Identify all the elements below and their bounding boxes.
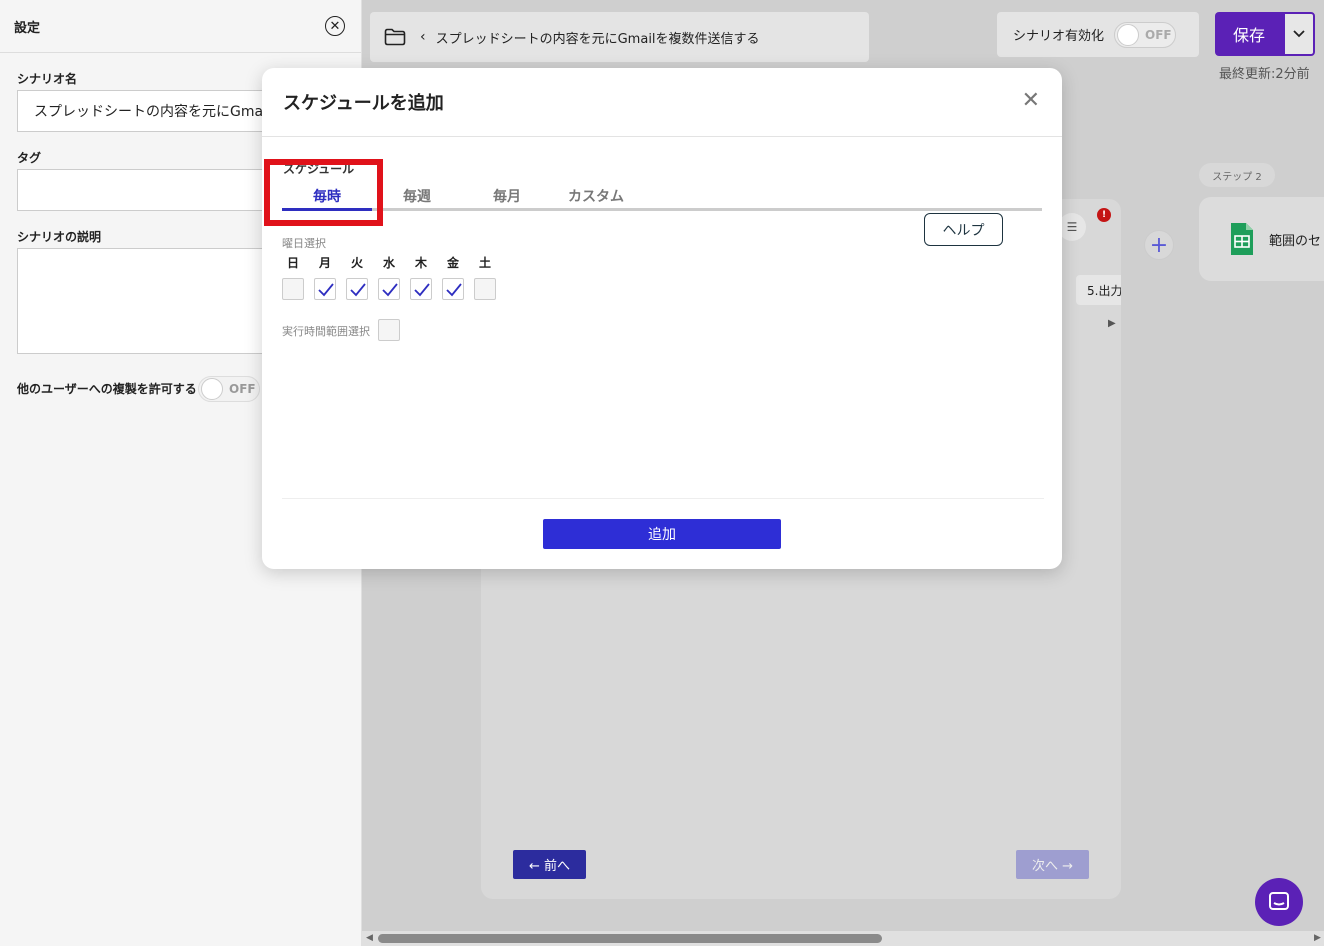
- settings-title: 設定: [14, 20, 41, 36]
- tab-monthly[interactable]: 毎月: [493, 186, 521, 206]
- checkmark-icon: [414, 283, 430, 297]
- scroll-right-arrow-icon[interactable]: ▶: [1314, 933, 1321, 943]
- scenario-name-label: シナリオ名: [17, 72, 78, 86]
- breadcrumb[interactable]: ‹ スプレッドシートの内容を元にGmailを複数件送信する: [370, 12, 869, 62]
- scroll-left-arrow-icon[interactable]: ◀: [366, 933, 373, 943]
- close-circle-icon[interactable]: ✕: [325, 16, 345, 36]
- day-label-fri: 金: [446, 256, 459, 270]
- day-label-thu: 木: [414, 256, 427, 270]
- toggle-state-text: OFF: [1145, 27, 1172, 42]
- day-checkbox-mon[interactable]: [314, 278, 336, 300]
- scenario-enable-control: シナリオ有効化 OFF: [997, 12, 1199, 57]
- save-button[interactable]: 保存: [1215, 12, 1283, 56]
- add-schedule-button[interactable]: 追加: [543, 519, 781, 549]
- day-checkbox-wed[interactable]: [378, 278, 400, 300]
- chat-support-button[interactable]: [1255, 878, 1303, 926]
- time-range-checkbox[interactable]: [378, 319, 400, 341]
- help-button[interactable]: ヘルプ: [924, 213, 1003, 246]
- save-dropdown-button[interactable]: [1283, 12, 1315, 56]
- schedule-tabs: 毎時 毎週 毎月 カスタム: [282, 180, 1042, 211]
- chevron-down-icon: [1293, 30, 1305, 38]
- description-label: シナリオの説明: [17, 230, 102, 244]
- step-card-title: 範囲のセ: [1269, 233, 1322, 249]
- last-updated-text: 最終更新:2分前: [1219, 67, 1310, 82]
- toggle-knob: [1117, 23, 1140, 46]
- day-checkbox-sat[interactable]: [474, 278, 496, 300]
- output-tab[interactable]: 5.出力: [1076, 275, 1121, 305]
- folder-icon: [384, 28, 406, 46]
- checkmark-icon: [382, 283, 398, 297]
- prev-button[interactable]: ← 前へ: [513, 850, 586, 879]
- day-label-sun: 日: [286, 256, 299, 270]
- step-badge: ステップ 2: [1199, 163, 1275, 187]
- day-label-tue: 火: [350, 256, 363, 270]
- add-schedule-modal: スケジュールを追加 ✕ スケジュール 毎時 毎週 毎月 カスタム ヘルプ 曜日選…: [262, 68, 1062, 569]
- close-icon[interactable]: ✕: [1022, 90, 1040, 112]
- day-checkbox-thu[interactable]: [410, 278, 432, 300]
- copy-permission-label: 他のユーザーへの複製を許可する: [17, 382, 197, 396]
- comment-icon[interactable]: ☰: [1058, 213, 1086, 241]
- day-label-wed: 水: [382, 256, 395, 270]
- scrollbar-thumb[interactable]: [378, 934, 882, 943]
- add-step-plus-icon[interactable]: +: [1144, 230, 1174, 260]
- next-button[interactable]: 次へ →: [1016, 850, 1089, 879]
- checkmark-icon: [350, 283, 366, 297]
- day-checkbox-fri[interactable]: [442, 278, 464, 300]
- scenario-enable-label: シナリオ有効化: [1013, 29, 1105, 44]
- alert-icon: !: [1097, 208, 1111, 222]
- day-checkbox-sun[interactable]: [282, 278, 304, 300]
- tab-custom[interactable]: カスタム: [568, 186, 624, 206]
- scenario-enable-toggle[interactable]: OFF: [1114, 21, 1177, 48]
- chat-bubble-icon: [1269, 892, 1289, 910]
- checkmark-icon: [318, 283, 334, 297]
- weekday-select-label: 曜日選択: [282, 237, 326, 250]
- highlight-annotation-box: [264, 159, 383, 226]
- settings-header: 設定 ✕: [0, 0, 361, 53]
- day-label-sat: 土: [478, 256, 491, 270]
- toggle-knob: [201, 378, 223, 400]
- tab-weekly[interactable]: 毎週: [403, 186, 431, 206]
- chevron-left-icon[interactable]: ‹: [420, 29, 426, 45]
- toggle-state-text: OFF: [229, 382, 256, 396]
- time-range-label: 実行時間範囲選択: [282, 325, 370, 338]
- tag-label: タグ: [17, 151, 42, 165]
- checkmark-icon: [446, 283, 462, 297]
- day-checkbox-tue[interactable]: [346, 278, 368, 300]
- modal-header: スケジュールを追加 ✕: [262, 68, 1062, 137]
- step-card[interactable]: 範囲のセ: [1199, 197, 1324, 281]
- modal-divider: [282, 498, 1044, 499]
- triangle-right-icon[interactable]: ▶: [1108, 318, 1116, 329]
- modal-title: スケジュールを追加: [283, 93, 444, 114]
- day-label-mon: 月: [318, 256, 331, 270]
- scenario-title: スプレッドシートの内容を元にGmailを複数件送信する: [435, 31, 760, 47]
- copy-permission-toggle[interactable]: OFF: [198, 376, 260, 402]
- google-sheets-icon: [1231, 223, 1253, 255]
